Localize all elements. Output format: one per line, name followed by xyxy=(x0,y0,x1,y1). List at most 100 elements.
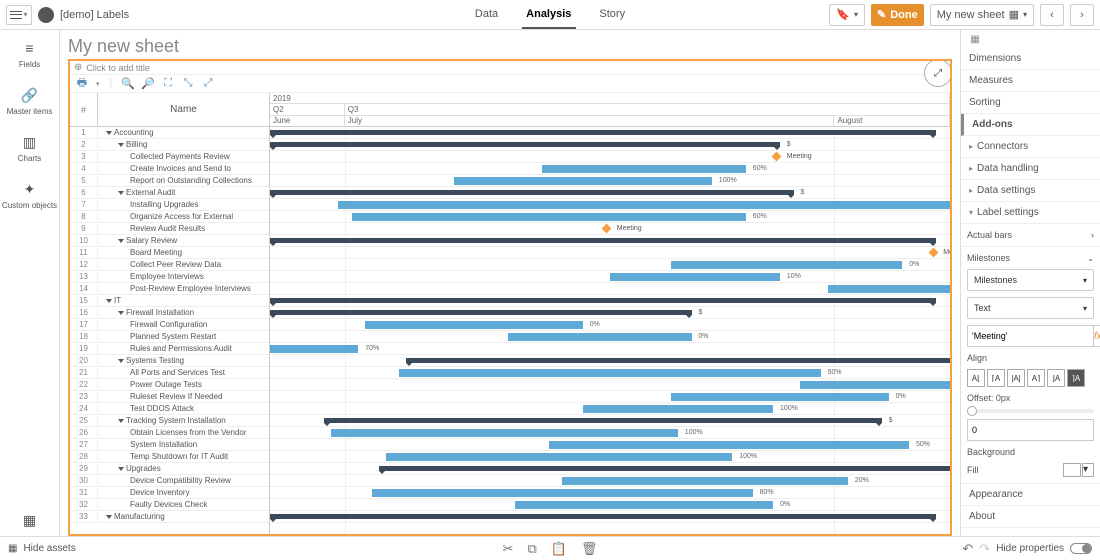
task-bar[interactable] xyxy=(352,213,746,221)
row-9[interactable]: 9Review Audit Results xyxy=(70,223,269,235)
prev-sheet-button[interactable]: ‹ xyxy=(1040,4,1064,26)
summary-bar[interactable] xyxy=(270,310,692,315)
task-bar[interactable] xyxy=(365,321,583,329)
row-26[interactable]: 26Obtain Licenses from the Vendor xyxy=(70,427,269,439)
prop-sorting[interactable]: Sorting xyxy=(961,92,1100,114)
row-28[interactable]: 28Temp Shutdown for IT Audit xyxy=(70,451,269,463)
prop-measures[interactable]: Measures xyxy=(961,70,1100,92)
row-12[interactable]: 12Collect Peer Review Data xyxy=(70,259,269,271)
menu-button[interactable]: ▾ xyxy=(6,5,32,25)
task-bar[interactable] xyxy=(331,429,678,437)
task-bar[interactable] xyxy=(515,501,773,509)
summary-bar[interactable] xyxy=(270,514,936,519)
task-bar[interactable] xyxy=(338,201,950,209)
task-bar[interactable] xyxy=(270,345,358,353)
zoom-out-icon[interactable]: 🔎 xyxy=(142,78,154,90)
row-4[interactable]: 4Create Invoices and Send to xyxy=(70,163,269,175)
row-14[interactable]: 14Post-Review Employee Interviews xyxy=(70,283,269,295)
properties-toggle[interactable] xyxy=(1070,543,1092,554)
align-3[interactable]: |A| xyxy=(1007,369,1025,387)
task-bar[interactable] xyxy=(562,477,848,485)
row-24[interactable]: 24Test DDOS Attack xyxy=(70,403,269,415)
sub-data-settings[interactable]: ▸Data settings xyxy=(961,180,1100,202)
summary-bar[interactable] xyxy=(270,238,936,243)
appearance-section[interactable]: Appearance xyxy=(961,484,1100,506)
sub-connectors[interactable]: ▸Connectors xyxy=(961,136,1100,158)
summary-bar[interactable] xyxy=(270,130,936,135)
offset-slider[interactable] xyxy=(967,409,1094,413)
tab-analysis[interactable]: Analysis xyxy=(522,1,575,29)
row-19[interactable]: 19Rules and Permissions Audit xyxy=(70,343,269,355)
task-bar[interactable] xyxy=(671,393,889,401)
expand-all-icon[interactable]: ⤡ xyxy=(182,78,194,90)
viz-title-prompt[interactable]: ⊕Click to add title xyxy=(70,61,950,75)
summary-bar[interactable] xyxy=(270,298,936,303)
fill-dropdown[interactable]: ▾ xyxy=(1082,463,1094,477)
tab-data[interactable]: Data xyxy=(471,1,502,29)
task-bar[interactable] xyxy=(454,177,712,185)
delete-icon[interactable]: 🗑 xyxy=(581,541,598,557)
task-bar[interactable] xyxy=(671,261,902,269)
row-18[interactable]: 18Planned System Restart xyxy=(70,331,269,343)
text-select[interactable]: Text▾ xyxy=(967,297,1094,319)
fill-color[interactable] xyxy=(1063,463,1081,477)
row-13[interactable]: 13Employee Interviews xyxy=(70,271,269,283)
sub-data-handling[interactable]: ▸Data handling xyxy=(961,158,1100,180)
asset-sheet-icon[interactable]: ▦ xyxy=(22,512,38,528)
task-bar[interactable] xyxy=(549,441,909,449)
summary-bar[interactable] xyxy=(324,418,882,423)
table-icon[interactable]: ▦ xyxy=(961,30,989,48)
row-29[interactable]: 29Upgrades xyxy=(70,463,269,475)
task-bar[interactable] xyxy=(828,285,950,293)
align-1[interactable]: A⌊ xyxy=(967,369,985,387)
zoom-in-icon[interactable]: 🔍 xyxy=(122,78,134,90)
about-section[interactable]: About xyxy=(961,506,1100,528)
cut-icon[interactable]: ✂ xyxy=(503,541,514,557)
row-8[interactable]: 8Organize Access for External xyxy=(70,211,269,223)
row-20[interactable]: 20Systems Testing xyxy=(70,355,269,367)
summary-bar[interactable] xyxy=(270,142,780,147)
sheet-title[interactable]: My new sheet xyxy=(68,36,952,57)
row-3[interactable]: 3Collected Payments Review xyxy=(70,151,269,163)
task-bar[interactable] xyxy=(583,405,773,413)
task-bar[interactable] xyxy=(508,333,692,341)
hide-assets[interactable]: ▦ Hide assets xyxy=(8,543,76,554)
align-4[interactable]: A⌉ xyxy=(1027,369,1045,387)
milestone-icon[interactable] xyxy=(602,224,612,234)
redo-icon[interactable]: ↷ xyxy=(979,541,990,557)
row-23[interactable]: 23Ruleset Review If Needed xyxy=(70,391,269,403)
milestone-icon[interactable] xyxy=(928,248,938,258)
prop-dimensions[interactable]: Dimensions xyxy=(961,48,1100,70)
sheet-selector[interactable]: My new sheet ▦ ▾ xyxy=(930,4,1034,26)
row-11[interactable]: 11Board Meeting xyxy=(70,247,269,259)
row-30[interactable]: 30Device Compatibility Review xyxy=(70,475,269,487)
row-5[interactable]: 5Report on Outstanding Collections xyxy=(70,175,269,187)
align-5[interactable]: ⌋A xyxy=(1047,369,1065,387)
task-bar[interactable] xyxy=(542,165,746,173)
row-21[interactable]: 21All Ports and Services Test xyxy=(70,367,269,379)
asset-master-items[interactable]: 🔗Master items xyxy=(7,87,53,116)
task-bar[interactable] xyxy=(800,381,950,389)
milestones-select[interactable]: Milestones▾ xyxy=(967,269,1094,291)
undo-icon[interactable]: ↶ xyxy=(962,541,973,557)
hide-properties[interactable]: Hide properties xyxy=(996,543,1064,554)
asset-charts[interactable]: ▥Charts xyxy=(18,134,42,163)
task-bar[interactable] xyxy=(399,369,821,377)
print-icon[interactable]: 🖶 xyxy=(76,78,88,90)
row-1[interactable]: 1Accounting xyxy=(70,127,269,139)
align-6[interactable]: ⌉A xyxy=(1067,369,1085,387)
task-bar[interactable] xyxy=(372,489,753,497)
row-15[interactable]: 15IT xyxy=(70,295,269,307)
copy-icon[interactable]: ⧉ xyxy=(527,541,536,557)
row-22[interactable]: 22Power Outage Tests xyxy=(70,379,269,391)
tab-story[interactable]: Story xyxy=(595,1,629,29)
row-16[interactable]: 16Firewall Installation xyxy=(70,307,269,319)
expr-input[interactable] xyxy=(967,325,1093,347)
expand-icon[interactable]: ⤢ xyxy=(924,59,952,87)
row-17[interactable]: 17Firewall Configuration xyxy=(70,319,269,331)
bookmark-button[interactable]: 🔖 ▾ xyxy=(829,4,865,26)
row-25[interactable]: 25Tracking System Installation xyxy=(70,415,269,427)
asset-custom-objects[interactable]: ✦Custom objects xyxy=(2,181,57,210)
asset-fields[interactable]: ≡Fields xyxy=(19,40,40,69)
align-2[interactable]: ⌈A xyxy=(987,369,1005,387)
